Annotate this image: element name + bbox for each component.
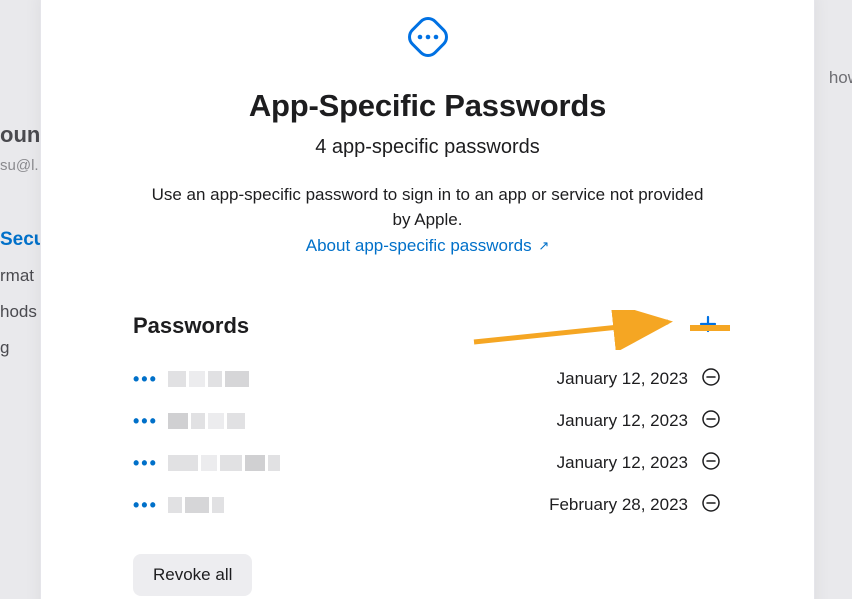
ellipsis-icon: ••• [133, 495, 158, 516]
ellipsis-icon: ••• [133, 453, 158, 474]
modal-subtitle: 4 app-specific passwords [41, 136, 814, 159]
remove-password-button[interactable] [700, 410, 722, 432]
password-entry[interactable]: ••• [133, 495, 549, 516]
remove-password-button[interactable] [700, 368, 722, 390]
passwords-list: ••• January 12, 2023 ••• [133, 358, 722, 526]
password-date: January 12, 2023 [557, 453, 688, 473]
remove-password-button[interactable] [700, 452, 722, 474]
modal-description: Use an app-specific password to sign in … [143, 183, 713, 232]
password-entry[interactable]: ••• [133, 369, 557, 390]
modal-title: App-Specific Passwords [41, 88, 814, 124]
remove-password-button[interactable] [700, 494, 722, 516]
redacted-label [168, 369, 249, 389]
redacted-label [168, 453, 280, 473]
about-link-label: About app-specific passwords [306, 236, 532, 255]
redacted-label [168, 411, 245, 431]
minus-circle-icon [701, 409, 721, 434]
about-link[interactable]: About app-specific passwords ↗ [41, 236, 814, 256]
external-link-icon: ↗ [538, 238, 549, 253]
password-row: ••• January 12, 2023 [133, 400, 722, 442]
minus-circle-icon [701, 367, 721, 392]
password-entry[interactable]: ••• [133, 411, 557, 432]
revoke-row: Revoke all [133, 554, 722, 596]
ellipsis-icon: ••• [133, 369, 158, 390]
minus-circle-icon [701, 451, 721, 476]
app-specific-passwords-modal: App-Specific Passwords 4 app-specific pa… [40, 0, 815, 599]
plus-icon [698, 314, 718, 339]
password-date: January 12, 2023 [557, 411, 688, 431]
password-date: February 28, 2023 [549, 495, 688, 515]
passwords-section: Passwords ••• January 12, 2023 [133, 312, 722, 596]
revoke-all-button[interactable]: Revoke all [133, 554, 252, 596]
ellipsis-icon: ••• [133, 411, 158, 432]
redacted-label [168, 495, 224, 515]
password-entry[interactable]: ••• [133, 453, 557, 474]
password-icon [400, 9, 456, 70]
password-row: ••• January 12, 2023 [133, 358, 722, 400]
password-row: ••• February 28, 2023 [133, 484, 722, 526]
passwords-heading: Passwords [133, 313, 249, 339]
password-row: ••• January 12, 2023 [133, 442, 722, 484]
add-password-button[interactable] [694, 312, 722, 340]
bg-right-fragment: how [829, 60, 852, 96]
minus-circle-icon [701, 493, 721, 518]
password-date: January 12, 2023 [557, 369, 688, 389]
header-icon-wrap [41, 9, 814, 70]
